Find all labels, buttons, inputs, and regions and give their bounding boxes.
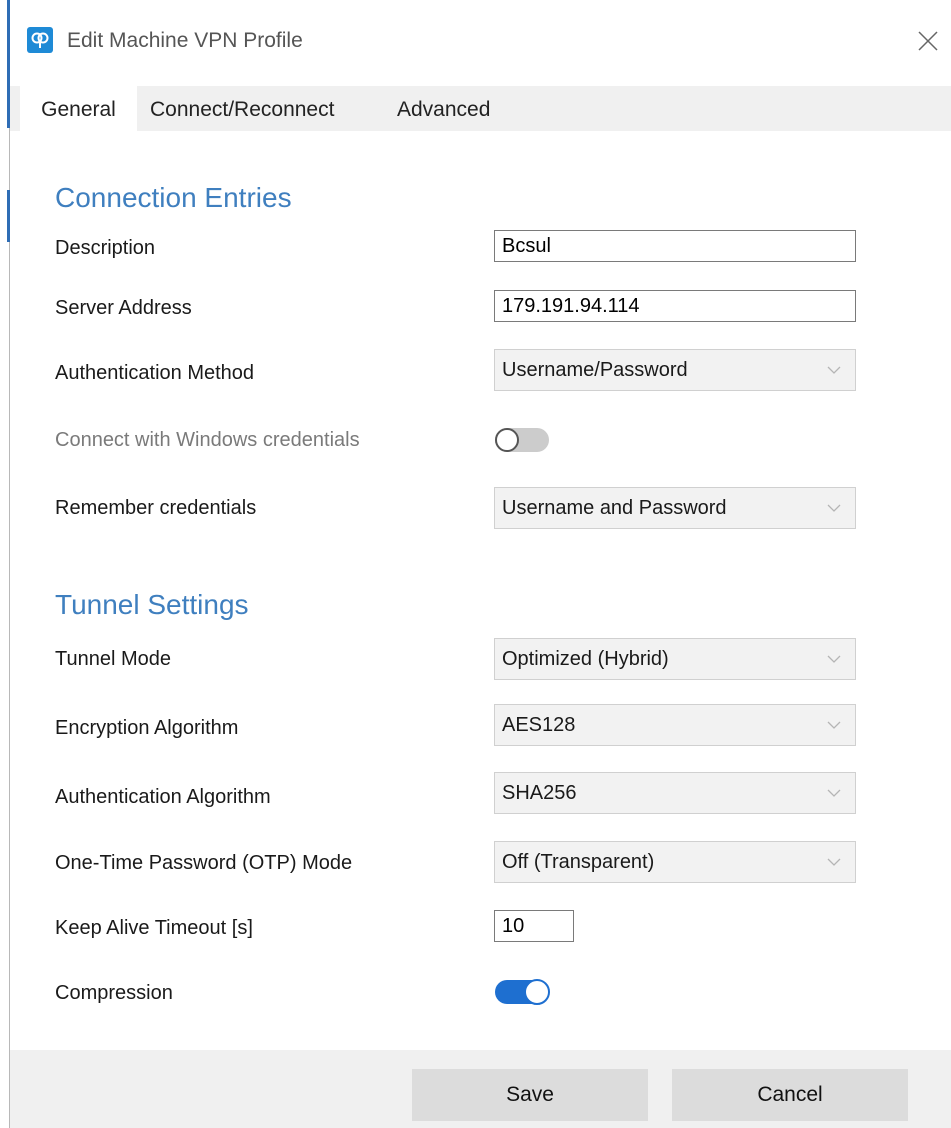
description-field[interactable]: Bcsul	[494, 230, 856, 262]
tab-strip: General Connect/Reconnect Advanced	[10, 86, 951, 131]
remember-credentials-select[interactable]: Username and Password	[494, 487, 856, 529]
tab-general[interactable]: General	[20, 86, 137, 131]
authentication-algorithm-select[interactable]: SHA256	[494, 772, 856, 814]
edge-accent	[7, 190, 10, 242]
chevron-down-icon	[827, 504, 841, 512]
save-button[interactable]: Save	[412, 1069, 648, 1121]
server-address-label: Server Address	[55, 297, 192, 319]
tab-advanced[interactable]: Advanced	[397, 86, 490, 131]
keep-alive-timeout-label: Keep Alive Timeout [s]	[55, 917, 253, 939]
remember-credentials-label: Remember credentials	[55, 497, 257, 519]
authentication-method-label: Authentication Method	[55, 362, 255, 384]
windows-credentials-toggle[interactable]	[495, 428, 549, 452]
compression-label: Compression	[55, 982, 173, 1004]
tab-connect-reconnect[interactable]: Connect/Reconnect	[150, 86, 334, 131]
authentication-method-select[interactable]: Username/Password	[494, 349, 856, 391]
tunnel-mode-label: Tunnel Mode	[55, 648, 171, 670]
windows-credentials-label: Connect with Windows credentials	[55, 429, 360, 451]
authentication-algorithm-value: SHA256	[502, 782, 577, 804]
toggle-knob	[524, 979, 550, 1005]
connection-entries-heading: Connection Entries	[55, 182, 292, 213]
chevron-down-icon	[827, 366, 841, 374]
chevron-down-icon	[827, 655, 841, 663]
window-border	[9, 0, 10, 1128]
server-address-field[interactable]: 179.191.94.114	[494, 290, 856, 322]
cancel-button[interactable]: Cancel	[672, 1069, 908, 1121]
otp-mode-value: Off (Transparent)	[502, 851, 655, 873]
vpn-key-icon	[27, 27, 53, 53]
window-title: Edit Machine VPN Profile	[67, 29, 303, 52]
title-bar: Edit Machine VPN Profile	[10, 0, 951, 86]
encryption-algorithm-label: Encryption Algorithm	[55, 717, 239, 739]
close-button[interactable]	[905, 18, 951, 64]
compression-toggle[interactable]	[495, 979, 550, 1005]
encryption-algorithm-value: AES128	[502, 714, 576, 736]
chevron-down-icon	[827, 789, 841, 797]
chevron-down-icon	[827, 721, 841, 729]
otp-mode-label: One-Time Password (OTP) Mode	[55, 852, 353, 874]
authentication-method-value: Username/Password	[502, 359, 688, 381]
description-label: Description	[55, 237, 156, 259]
tunnel-settings-heading: Tunnel Settings	[55, 589, 249, 620]
chevron-down-icon	[827, 858, 841, 866]
close-icon	[918, 31, 938, 51]
tunnel-mode-select[interactable]: Optimized (Hybrid)	[494, 638, 856, 680]
encryption-algorithm-select[interactable]: AES128	[494, 704, 856, 746]
tunnel-mode-value: Optimized (Hybrid)	[502, 648, 669, 670]
toggle-knob	[495, 428, 519, 452]
otp-mode-select[interactable]: Off (Transparent)	[494, 841, 856, 883]
keep-alive-timeout-field[interactable]: 10	[494, 910, 574, 942]
authentication-algorithm-label: Authentication Algorithm	[55, 786, 271, 808]
remember-credentials-value: Username and Password	[502, 497, 727, 519]
